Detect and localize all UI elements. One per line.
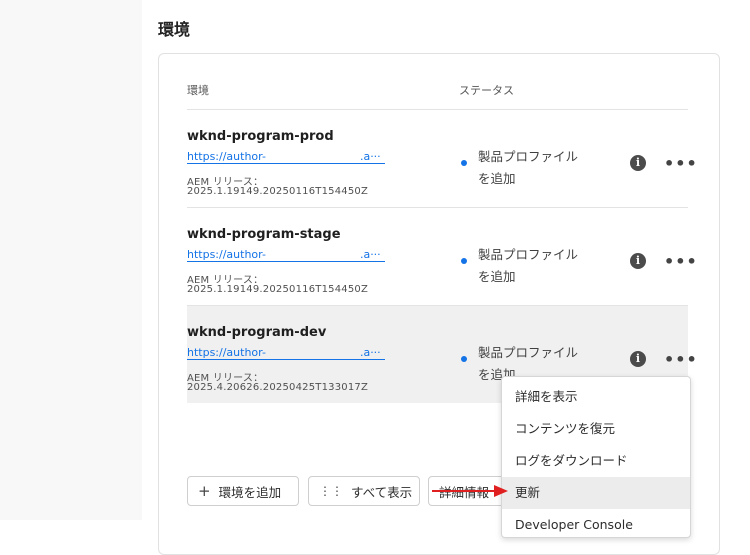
menu-item-update[interactable]: 更新 — [502, 477, 690, 509]
status-add-product-profile[interactable]: 製品プロファイル を追加 — [478, 244, 608, 288]
env-row-stage: wknd-program-stage https://author- .a··· … — [187, 208, 697, 305]
status-dot — [461, 356, 467, 362]
annotation-arrow-icon — [432, 485, 508, 497]
status-line1: 製品プロファイル — [478, 149, 579, 164]
menu-item-view-details[interactable]: 詳細を表示 — [502, 381, 690, 413]
show-all-icon: ⋮⋮ — [319, 484, 343, 498]
more-actions-icon[interactable]: ••• — [664, 350, 698, 369]
aem-release-version: 2025.1.19149.20250116T154450Z — [187, 186, 368, 197]
status-line2: を追加 — [478, 269, 516, 284]
env-link-suffix: .a··· — [359, 346, 381, 359]
env-name: wknd-program-prod — [187, 129, 334, 144]
status-line1: 製品プロファイル — [478, 345, 579, 360]
env-author-link[interactable]: https://author- .a··· — [187, 248, 385, 262]
status-line1: 製品プロファイル — [478, 247, 579, 262]
env-author-link[interactable]: https://author- .a··· — [187, 346, 385, 360]
env-link-suffix: .a··· — [359, 248, 381, 261]
status-line2: を追加 — [478, 171, 516, 186]
status-dot — [461, 258, 467, 264]
menu-item-restore-content[interactable]: コンテンツを復元 — [502, 413, 690, 445]
env-name: wknd-program-stage — [187, 227, 341, 242]
env-link-prefix: https://author- — [187, 346, 266, 359]
env-link-prefix: https://author- — [187, 150, 266, 163]
menu-item-download-logs[interactable]: ログをダウンロード — [502, 445, 690, 477]
env-row-prod: wknd-program-prod https://author- .a··· A… — [187, 110, 697, 207]
status-add-product-profile[interactable]: 製品プロファイル を追加 — [478, 146, 608, 190]
add-environment-label: 環境を追加 — [218, 484, 282, 500]
info-icon[interactable]: i — [630, 351, 646, 367]
env-name: wknd-program-dev — [187, 325, 327, 340]
column-header-environment: 環境 — [187, 84, 209, 97]
aem-release-version: 2025.1.19149.20250116T154450Z — [187, 284, 368, 295]
info-icon[interactable]: i — [630, 253, 646, 269]
env-link-prefix: https://author- — [187, 248, 266, 261]
show-all-label: すべて表示 — [351, 484, 413, 500]
left-pane — [0, 0, 142, 520]
status-dot — [461, 160, 467, 166]
info-icon[interactable]: i — [630, 155, 646, 171]
menu-item-developer-console[interactable]: Developer Console — [502, 509, 690, 541]
env-author-link[interactable]: https://author- .a··· — [187, 150, 385, 164]
plus-icon: + — [198, 482, 211, 500]
more-actions-icon[interactable]: ••• — [664, 252, 698, 271]
section-title: 環境 — [158, 20, 191, 39]
more-actions-icon[interactable]: ••• — [664, 154, 698, 173]
env-link-suffix: .a··· — [359, 150, 381, 163]
add-environment-button[interactable]: + 環境を追加 — [187, 476, 299, 506]
column-header-status: ステータス — [459, 84, 514, 97]
show-all-button[interactable]: ⋮⋮ すべて表示 — [308, 476, 420, 506]
aem-release-version: 2025.4.20626.20250425T133017Z — [187, 382, 368, 393]
environment-actions-menu: 詳細を表示 コンテンツを復元 ログをダウンロード 更新 Developer Co… — [501, 376, 691, 538]
